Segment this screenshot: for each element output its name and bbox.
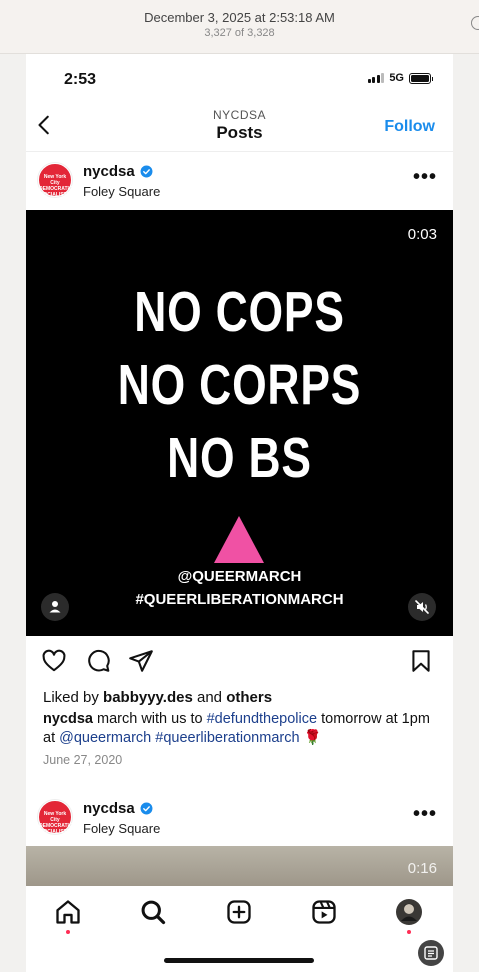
post-actions <box>26 648 453 678</box>
bookmark-icon[interactable] <box>408 648 434 674</box>
caption-text: march with us to <box>92 711 207 727</box>
heart-icon[interactable] <box>41 648 67 674</box>
username-text[interactable]: nycdsa <box>83 800 135 817</box>
post-header: New York City DEMOCRATIC SOCIALISTS of A… <box>26 791 453 845</box>
avatar-logo-text: New York City DEMOCRATIC SOCIALISTS of A… <box>39 811 73 841</box>
create-icon[interactable] <box>225 898 253 926</box>
likes-line[interactable]: Liked by babbyyy.des and others <box>43 689 272 706</box>
post-caption: nycdsa march with us to #defundthepolice… <box>43 710 435 748</box>
mute-icon[interactable] <box>408 593 436 621</box>
likes-mid: and <box>192 689 227 706</box>
notification-dot <box>407 930 411 934</box>
home-icon[interactable] <box>54 898 82 926</box>
comment-icon[interactable] <box>85 648 111 674</box>
slogan-line: NO COPS <box>134 280 345 344</box>
video-timer: 0:16 <box>407 860 437 877</box>
top-navigation: NYCDSA Posts Follow <box>26 104 453 152</box>
viewer-count: 3,327 of 3,328 <box>204 27 275 39</box>
info-icon[interactable] <box>471 16 479 30</box>
bottom-tab-bar <box>26 886 453 972</box>
mention-link[interactable]: @queermarch <box>59 730 151 746</box>
live-text-button[interactable] <box>418 940 444 966</box>
slogan-line: NO CORPS <box>117 353 362 417</box>
more-icon[interactable]: ••• <box>413 803 437 826</box>
likes-user[interactable]: babbyyy.des <box>103 689 193 706</box>
home-indicator <box>164 958 314 963</box>
caption-username[interactable]: nycdsa <box>43 711 93 727</box>
battery-icon <box>409 72 433 84</box>
profile-avatar[interactable] <box>395 898 423 926</box>
likes-prefix: Liked by <box>43 689 104 706</box>
username-text[interactable]: nycdsa <box>83 163 135 180</box>
post-video[interactable]: 0:16 <box>26 846 453 886</box>
video-handle: @QUEERMARCH <box>177 568 302 585</box>
notification-dot <box>66 930 70 934</box>
photo-viewer-header: December 3, 2025 at 2:53:18 AM 3,327 of … <box>0 0 479 54</box>
post-location[interactable]: Foley Square <box>83 184 160 199</box>
hashtag-link[interactable]: #queerliberationmarch <box>155 730 299 746</box>
network-label: 5G <box>389 72 404 84</box>
video-hashtag: #QUEERLIBERATIONMARCH <box>135 591 344 608</box>
verified-icon <box>140 165 153 178</box>
person-icon[interactable] <box>41 593 69 621</box>
post-video[interactable]: 0:03 NO COPS NO CORPS NO BS @QUEERMARCH … <box>26 210 453 636</box>
hashtag-link[interactable]: #defundthepolice <box>207 711 317 727</box>
follow-button[interactable]: Follow <box>384 118 435 136</box>
rose-emoji: 🌹 <box>299 730 322 746</box>
status-time: 2:53 <box>64 71 97 88</box>
video-slogan: NO COPS NO CORPS NO BS <box>73 276 406 495</box>
more-icon[interactable]: ••• <box>413 166 437 189</box>
share-icon[interactable] <box>128 648 154 674</box>
signal-icon <box>367 73 385 83</box>
post-username[interactable]: nycdsa <box>83 800 153 817</box>
viewer-date: December 3, 2025 at 2:53:18 AM <box>144 10 335 25</box>
likes-others[interactable]: others <box>226 689 272 706</box>
post-username[interactable]: nycdsa <box>83 163 153 180</box>
verified-icon <box>140 802 153 815</box>
slogan-line: NO BS <box>167 426 312 490</box>
avatar[interactable]: New York City DEMOCRATIC SOCIALISTS of A… <box>38 163 73 204</box>
status-indicators: 5G <box>367 72 433 84</box>
phone-screen: 2:53 5G NYCDSA Posts Follow New York Cit… <box>26 54 453 972</box>
post-header: New York City DEMOCRATIC SOCIALISTS of A… <box>26 154 453 208</box>
search-icon[interactable] <box>139 898 167 926</box>
video-timer: 0:03 <box>407 226 437 243</box>
avatar[interactable]: New York City DEMOCRATIC SOCIALISTS of A… <box>38 800 73 841</box>
pink-triangle <box>214 516 264 563</box>
post-date: June 27, 2020 <box>43 753 123 767</box>
avatar-logo-text: New York City DEMOCRATIC SOCIALISTS of A… <box>39 174 73 204</box>
reels-icon[interactable] <box>310 898 338 926</box>
post-location[interactable]: Foley Square <box>83 821 160 836</box>
